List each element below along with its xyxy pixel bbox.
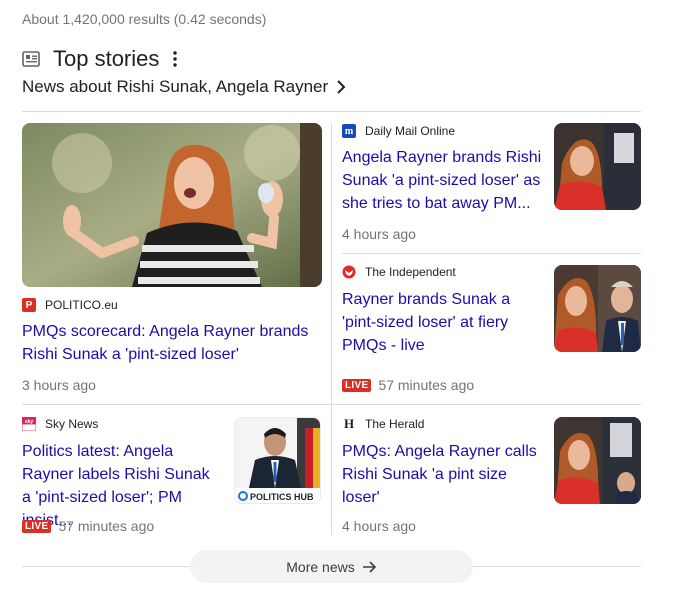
more-news-label: More news [286, 558, 355, 575]
politico-photo-image [22, 123, 322, 287]
chevron-right-icon [337, 80, 346, 94]
dailymail-thumbnail-image [554, 123, 641, 210]
skynews-thumbnail-image: POLITICS HUB [235, 418, 320, 503]
story-thumbnail[interactable] [554, 123, 641, 210]
story-time: 3 hours ago [22, 377, 96, 393]
story-source: P POLITICO.eu [22, 298, 118, 312]
source-name: POLITICO.eu [45, 298, 118, 312]
divider [22, 566, 192, 567]
thumb-caption: POLITICS HUB [250, 492, 314, 502]
column-divider [331, 123, 332, 535]
independent-logo-icon [342, 265, 356, 279]
timestamp: 57 minutes ago [378, 377, 475, 393]
story-time: LIVE 57 minutes ago [22, 518, 154, 534]
live-badge: LIVE [342, 378, 372, 392]
timestamp: 4 hours ago [342, 518, 416, 534]
source-name: The Herald [365, 417, 425, 431]
source-name: Sky News [45, 417, 99, 431]
timestamp: 3 hours ago [22, 377, 96, 393]
divider [472, 566, 641, 567]
story-source: H The Herald [342, 416, 425, 431]
arrow-right-icon [362, 560, 376, 573]
dailymail-logo-icon: m [342, 124, 356, 138]
source-name: The Independent [365, 265, 456, 279]
divider [342, 253, 641, 254]
story-headline[interactable]: PMQs scorecard: Angela Rayner brands Ris… [22, 320, 312, 366]
story-headline[interactable]: PMQs: Angela Rayner calls Rishi Sunak 'a… [342, 440, 542, 509]
story-thumbnail[interactable] [554, 265, 641, 352]
top-stories-title: Top stories [53, 46, 160, 71]
story-headline[interactable]: Rayner brands Sunak a 'pint-sized loser'… [342, 288, 542, 357]
news-about-label: News about Rishi Sunak, Angela Rayner [22, 77, 329, 96]
news-about-link[interactable]: News about Rishi Sunak, Angela Rayner [22, 77, 346, 97]
more-options-icon[interactable] [173, 51, 178, 67]
live-badge: LIVE [22, 519, 52, 533]
story-source: sky Sky News [22, 417, 98, 431]
story-thumbnail[interactable] [554, 417, 641, 504]
svg-text:sky: sky [25, 419, 34, 425]
result-stats: About 1,420,000 results (0.42 seconds) [22, 11, 267, 27]
story-source: m Daily Mail Online [342, 124, 455, 138]
more-news-button[interactable]: More news [190, 550, 473, 583]
skynews-logo-icon: sky [22, 417, 36, 431]
source-name: Daily Mail Online [365, 124, 456, 138]
newspaper-icon [22, 51, 40, 67]
divider [22, 404, 641, 405]
divider [22, 111, 641, 112]
independent-thumbnail-image [554, 265, 641, 352]
story-time: 4 hours ago [342, 226, 416, 242]
story-source: The Independent [342, 265, 456, 279]
top-stories-header: Top stories [22, 46, 178, 72]
herald-thumbnail-image [554, 417, 641, 504]
story-time: 4 hours ago [342, 518, 416, 534]
story-image[interactable] [22, 123, 322, 287]
story-time: LIVE 57 minutes ago [342, 377, 474, 393]
timestamp: 57 minutes ago [58, 518, 155, 534]
herald-logo-icon: H [343, 416, 355, 431]
politico-logo-icon: P [22, 298, 36, 312]
story-headline[interactable]: Angela Rayner brands Rishi Sunak 'a pint… [342, 146, 542, 215]
story-thumbnail[interactable]: POLITICS HUB [234, 417, 321, 504]
timestamp: 4 hours ago [342, 226, 416, 242]
